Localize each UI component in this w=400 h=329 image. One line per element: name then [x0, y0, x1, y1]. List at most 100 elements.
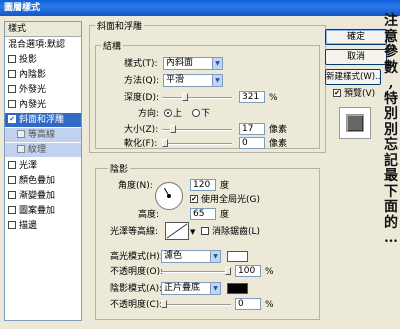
- pattern-overlay-checkbox[interactable]: [8, 205, 16, 214]
- angle-unit: 度: [220, 181, 230, 191]
- global-light-option[interactable]: ✔ 使用全局光(G): [190, 194, 260, 206]
- highlight-mode-select[interactable]: 濾色 ▼: [161, 250, 221, 263]
- chevron-down-icon: ▼: [210, 283, 220, 294]
- depth-unit: %: [269, 93, 278, 103]
- contour-checkbox[interactable]: [17, 129, 25, 138]
- gloss-contour-arrow[interactable]: ▼: [190, 226, 195, 238]
- soften-slider[interactable]: [162, 139, 232, 147]
- global-light-checkbox[interactable]: ✔: [190, 194, 198, 203]
- shadow-mode-label: 陰影模式(A):: [110, 284, 163, 294]
- sidebar-item-gradient-overlay[interactable]: 漸變疊加: [5, 189, 81, 203]
- angle-dial-center: [167, 194, 171, 198]
- sidebar-item-label: 內發光: [19, 100, 47, 110]
- annotation-char: 忘: [384, 137, 398, 153]
- structure-group-label: 結構: [101, 39, 124, 52]
- style-select[interactable]: 內斜面 ▼: [163, 57, 223, 70]
- sidebar-item-inner-glow[interactable]: 內發光: [5, 98, 81, 112]
- soften-unit: 像素: [269, 139, 288, 149]
- sidebar-item-satin[interactable]: 光澤: [5, 159, 81, 173]
- ok-button[interactable]: 確定: [325, 29, 387, 45]
- annotation-char: 意: [384, 28, 398, 45]
- annotation-char: 下: [384, 183, 398, 200]
- shadow-opacity-field[interactable]: 0: [235, 298, 261, 310]
- direction-down-option[interactable]: 下: [192, 108, 210, 120]
- handwritten-annotation: 注意參數, 特別別忘記最下面的…: [382, 13, 400, 326]
- shadow-mode-select[interactable]: 正片疊底 ▼: [161, 282, 221, 295]
- preview-checkbox[interactable]: ✔: [333, 88, 341, 97]
- depth-slider-thumb[interactable]: [182, 93, 188, 101]
- bevel-emboss-checkbox[interactable]: ✔: [8, 114, 16, 123]
- altitude-field[interactable]: 65: [190, 208, 216, 220]
- soften-slider-thumb[interactable]: [162, 139, 168, 147]
- soften-field[interactable]: 0: [239, 137, 265, 149]
- style-select-value: 內斜面: [166, 58, 194, 68]
- annotation-char: 參: [384, 44, 398, 60]
- styles-list-header: 樣式: [5, 22, 81, 37]
- gradient-overlay-checkbox[interactable]: [8, 190, 16, 199]
- new-style-button[interactable]: 新建樣式(W)...: [325, 69, 381, 85]
- annotation-char: 最: [384, 168, 398, 184]
- sidebar-item-stroke[interactable]: 描邊: [5, 219, 81, 233]
- depth-field[interactable]: 321: [239, 91, 265, 103]
- highlight-opacity-field[interactable]: 100: [235, 265, 261, 277]
- outer-glow-checkbox[interactable]: [8, 84, 16, 93]
- shadow-opacity-thumb[interactable]: [161, 300, 167, 308]
- sidebar-item-blending-options[interactable]: 混合選項:默認: [5, 38, 81, 52]
- sidebar-item-contour[interactable]: 等高線: [5, 128, 81, 142]
- soften-label: 軟化(F):: [124, 139, 158, 149]
- gloss-contour-preview[interactable]: [165, 222, 189, 240]
- direction-up-label: 上: [173, 109, 183, 119]
- size-field[interactable]: 17: [239, 123, 265, 135]
- highlight-opacity-label: 不透明度(O):: [110, 267, 164, 277]
- angle-field[interactable]: 120: [190, 179, 216, 191]
- sidebar-item-inner-shadow[interactable]: 內陰影: [5, 68, 81, 82]
- highlight-mode-value: 濾色: [164, 251, 183, 261]
- style-label: 樣式(T):: [124, 59, 158, 69]
- anti-aliased-option[interactable]: 消除鋸齒(L): [201, 226, 260, 238]
- anti-aliased-checkbox[interactable]: [201, 226, 209, 235]
- sidebar-item-outer-glow[interactable]: 外發光: [5, 83, 81, 97]
- annotation-char: 別: [384, 106, 398, 122]
- styles-list-header-label: 樣式: [8, 24, 27, 34]
- size-unit: 像素: [269, 125, 288, 135]
- preview-option[interactable]: ✔ 預覽(V): [333, 88, 375, 100]
- anti-aliased-label: 消除鋸齒(L): [212, 227, 261, 237]
- sidebar-item-label: 描邊: [19, 221, 38, 231]
- direction-up-radio[interactable]: [164, 108, 172, 117]
- size-slider-thumb[interactable]: [170, 125, 176, 133]
- inner-glow-checkbox[interactable]: [8, 99, 16, 108]
- satin-checkbox[interactable]: [8, 160, 16, 169]
- sidebar-item-bevel-emboss[interactable]: ✔ 斜面和浮雕: [5, 113, 81, 127]
- shadow-color-swatch[interactable]: [227, 283, 248, 294]
- annotation-char: 的: [384, 214, 398, 231]
- sidebar-item-color-overlay[interactable]: 顏色疊加: [5, 174, 81, 188]
- stroke-checkbox[interactable]: [8, 220, 16, 229]
- direction-up-option[interactable]: 上: [164, 108, 182, 120]
- highlight-opacity-slider[interactable]: [161, 267, 231, 275]
- size-slider[interactable]: [162, 125, 232, 133]
- technique-select[interactable]: 平滑 ▼: [163, 74, 223, 87]
- annotation-char: 面: [384, 199, 398, 215]
- depth-slider[interactable]: [162, 93, 232, 101]
- depth-label: 深度(D):: [124, 93, 159, 103]
- title-bar[interactable]: 圖層樣式: [0, 0, 400, 16]
- highlight-color-swatch[interactable]: [227, 251, 248, 262]
- direction-down-radio[interactable]: [192, 108, 200, 117]
- inner-shadow-checkbox[interactable]: [8, 69, 16, 78]
- annotation-char: 數: [384, 59, 398, 76]
- color-overlay-checkbox[interactable]: [8, 175, 16, 184]
- highlight-opacity-unit: %: [265, 267, 274, 277]
- shadow-opacity-slider[interactable]: [161, 300, 231, 308]
- bevel-emboss-group-label: 斜面和浮雕: [95, 19, 145, 32]
- angle-dial[interactable]: [155, 182, 183, 210]
- highlight-opacity-thumb[interactable]: [225, 267, 231, 275]
- direction-down-label: 下: [201, 109, 211, 119]
- drop-shadow-checkbox[interactable]: [8, 54, 16, 63]
- sidebar-item-pattern-overlay[interactable]: 圖案疊加: [5, 204, 81, 218]
- cancel-button[interactable]: 取消: [325, 49, 387, 65]
- highlight-mode-label: 高光模式(H):: [110, 252, 163, 262]
- altitude-unit: 度: [220, 210, 230, 220]
- sidebar-item-texture[interactable]: 紋理: [5, 143, 81, 157]
- texture-checkbox[interactable]: [17, 144, 25, 153]
- sidebar-item-drop-shadow[interactable]: 投影: [5, 53, 81, 67]
